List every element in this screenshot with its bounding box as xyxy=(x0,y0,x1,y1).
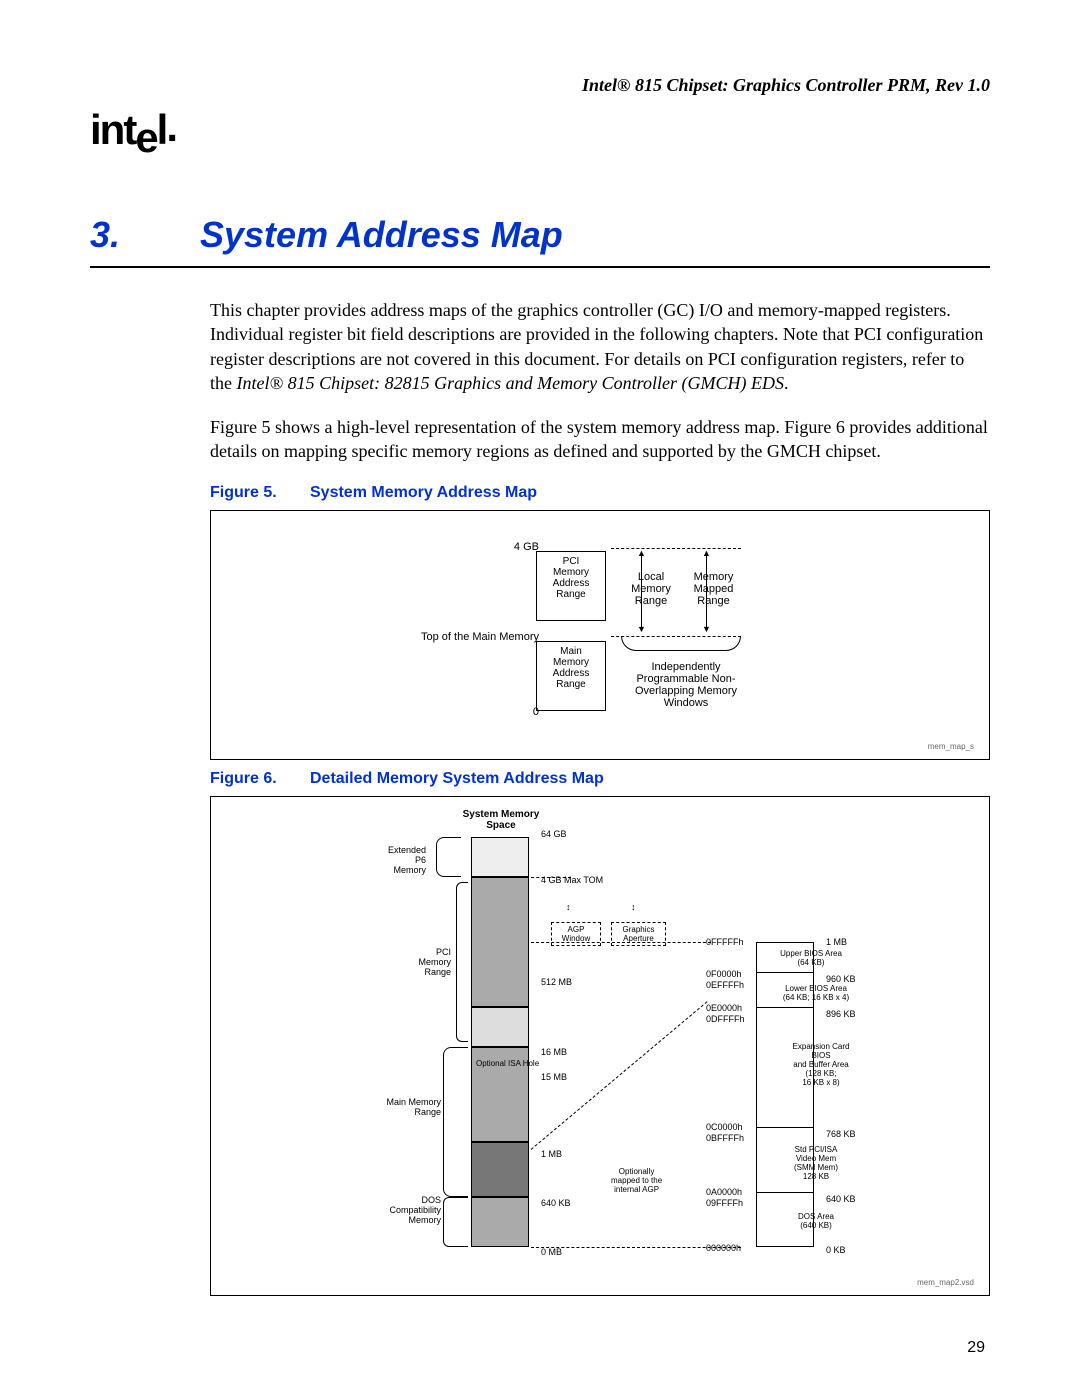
figure6-caption: Figure 6.Detailed Memory System Address … xyxy=(210,770,990,788)
intel-logo: intel. xyxy=(90,106,990,154)
page-header: Intel® 815 Chipset: Graphics Controller … xyxy=(90,75,990,96)
page-number: 29 xyxy=(967,1339,985,1357)
paragraph-2: Figure 5 shows a high-level representati… xyxy=(210,415,990,464)
chapter-title: System Address Map xyxy=(200,214,563,255)
figure5-diagram: 4 GB Top of the Main Memory 0 PCI Memory… xyxy=(210,510,990,760)
figure5-caption: Figure 5.System Memory Address Map xyxy=(210,484,990,502)
paragraph-1: This chapter provides address maps of th… xyxy=(210,298,990,395)
chapter-number: 3. xyxy=(90,214,200,256)
chapter-heading: 3.System Address Map xyxy=(90,214,990,268)
figure6-diagram: System Memory Space 64 GB Extended P6 Me… xyxy=(210,796,990,1296)
